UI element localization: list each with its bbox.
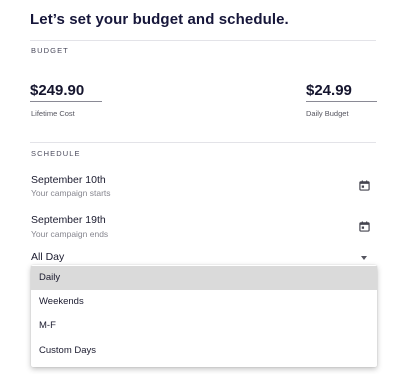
- time-select-value[interactable]: All Day: [31, 251, 64, 263]
- menu-item-m-f[interactable]: M-F: [31, 314, 377, 338]
- daily-budget-value: $24.99: [306, 82, 352, 99]
- start-date-value[interactable]: September 10th: [31, 174, 106, 186]
- divider: [30, 142, 376, 143]
- menu-item-custom-days[interactable]: Custom Days: [31, 339, 377, 363]
- lifetime-cost-field[interactable]: $249.90: [30, 82, 84, 99]
- menu-item-daily[interactable]: Daily: [31, 266, 377, 290]
- lifetime-cost-caption: Lifetime Cost: [31, 109, 75, 118]
- daily-budget-caption: Daily Budget: [306, 109, 349, 118]
- lifetime-cost-value: $249.90: [30, 82, 85, 99]
- divider: [30, 40, 376, 41]
- page-title: Let’s set your budget and schedule.: [30, 11, 289, 28]
- calendar-icon[interactable]: [359, 221, 370, 232]
- daily-budget-field[interactable]: $24.99: [306, 82, 352, 99]
- end-date-caption: Your campaign ends: [31, 229, 109, 239]
- schedule-section-label: SCHEDULE: [31, 149, 81, 158]
- budget-section-label: BUDGET: [31, 46, 69, 55]
- start-date-caption: Your campaign starts: [31, 188, 111, 198]
- daily-budget-underline: [306, 101, 377, 102]
- end-date-value[interactable]: September 19th: [31, 214, 106, 226]
- time-select-menu: Daily Weekends M-F Custom Days: [31, 265, 377, 367]
- calendar-icon[interactable]: [359, 180, 370, 191]
- chevron-down-icon[interactable]: [361, 256, 367, 260]
- lifetime-cost-underline: [30, 101, 102, 102]
- menu-item-weekends[interactable]: Weekends: [31, 290, 377, 314]
